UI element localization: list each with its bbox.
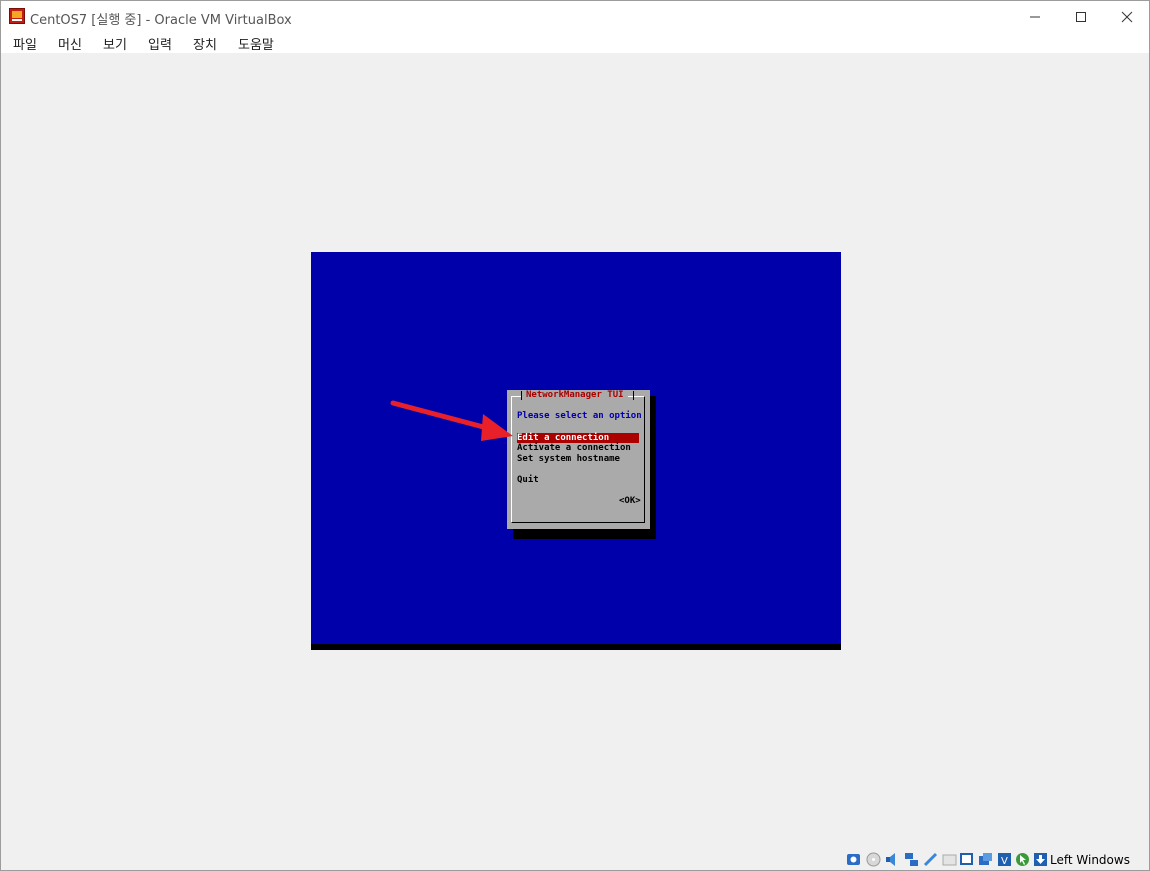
tui-option-set-hostname[interactable]: Set system hostname <box>517 454 620 464</box>
virtualbox-window: CentOS7 [실행 중] - Oracle VM VirtualBox 파일… <box>0 0 1150 871</box>
svg-text:V: V <box>1001 856 1008 867</box>
hard-disk-icon[interactable] <box>846 852 861 867</box>
menu-machine[interactable]: 머신 <box>58 34 82 53</box>
menu-file[interactable]: 파일 <box>13 34 37 53</box>
close-icon <box>1121 11 1133 22</box>
audio-icon[interactable] <box>885 852 900 867</box>
menu-bar: 파일 머신 보기 입력 장치 도움말 <box>1 32 1149 53</box>
menu-devices[interactable]: 장치 <box>193 34 217 53</box>
title-bar[interactable]: CentOS7 [실행 중] - Oracle VM VirtualBox <box>1 1 1149 32</box>
network-icon[interactable] <box>904 852 919 867</box>
minimize-button[interactable] <box>1012 1 1058 32</box>
host-key-label: Left Windows <box>1050 853 1130 867</box>
usb-icon[interactable] <box>923 852 938 867</box>
close-button[interactable] <box>1104 1 1150 32</box>
tui-dialog: NetworkManager TUI Please select an opti… <box>507 390 650 529</box>
tui-option-activate-connection[interactable]: Activate a connection <box>517 443 631 453</box>
menu-input[interactable]: 입력 <box>148 34 172 53</box>
annotation-arrow-icon <box>390 400 513 441</box>
status-bar: V Left Windows <box>1 846 1149 870</box>
shared-folders-icon[interactable] <box>942 852 957 867</box>
tui-option-edit-connection[interactable]: Edit a connection <box>517 433 639 443</box>
virtualization-icon[interactable]: V <box>997 852 1012 867</box>
menu-help[interactable]: 도움말 <box>238 34 274 53</box>
video-capture-icon[interactable] <box>978 852 993 867</box>
tui-ok-button[interactable]: <OK> <box>619 496 641 506</box>
tui-option-quit[interactable]: Quit <box>517 475 539 485</box>
optical-drive-icon[interactable] <box>866 852 881 867</box>
maximize-icon <box>1076 11 1086 22</box>
virtualbox-app-icon <box>9 8 25 24</box>
display-icon[interactable] <box>959 852 974 867</box>
window-title: CentOS7 [실행 중] - Oracle VM VirtualBox <box>30 13 292 28</box>
mouse-integration-icon[interactable] <box>1015 852 1030 867</box>
tui-title: NetworkManager TUI <box>522 390 628 401</box>
keyboard-icon[interactable] <box>1033 852 1048 867</box>
tui-prompt: Please select an option <box>517 411 642 421</box>
maximize-button[interactable] <box>1058 1 1104 32</box>
minimize-icon <box>1030 16 1040 17</box>
vm-screen-bottom-edge <box>311 644 841 650</box>
menu-view[interactable]: 보기 <box>103 34 127 53</box>
